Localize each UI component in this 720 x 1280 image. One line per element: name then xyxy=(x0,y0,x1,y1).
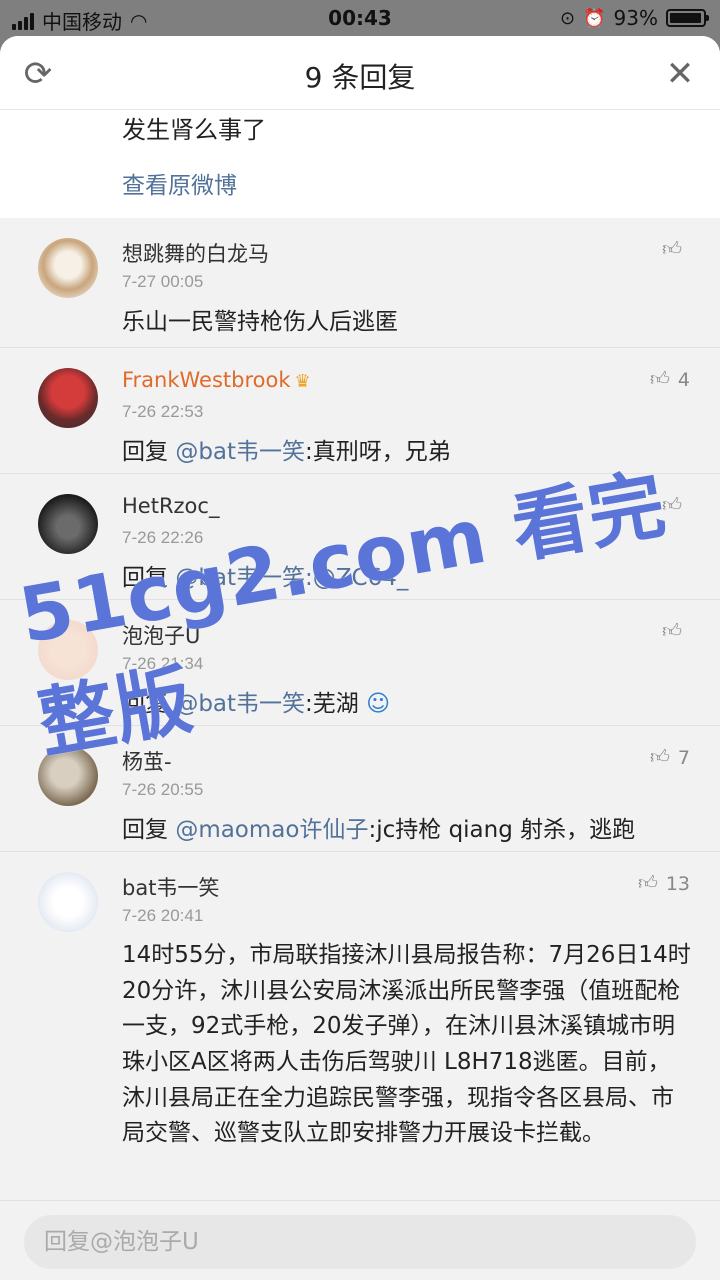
like-count: 4 xyxy=(677,368,690,391)
like-button[interactable]: 👍︎ 7 xyxy=(650,746,690,769)
reply-prefix: 回复 xyxy=(122,565,176,591)
close-icon[interactable]: ✕ xyxy=(660,54,700,94)
avatar[interactable] xyxy=(38,238,98,298)
mention-link[interactable]: @bat韦一笑 xyxy=(175,565,305,591)
like-button[interactable]: 👍︎ xyxy=(662,620,690,643)
avatar[interactable] xyxy=(38,746,98,806)
comment-time: 7-26 22:53 xyxy=(122,402,204,421)
vip-crown-icon: ♛ xyxy=(294,371,311,392)
username-text: FrankWestbrook xyxy=(122,368,291,392)
like-button[interactable]: 👍︎ 4 xyxy=(650,368,690,391)
comment-time: 7-26 20:41 xyxy=(122,906,204,925)
like-count: 13 xyxy=(665,872,690,895)
status-bar: 中国移动 ◠ 00:43 ⊙ ⏰ 93% xyxy=(0,0,720,36)
comment-text: 回复 @maomao许仙子:jc持枪 qiang 射杀，逃跑 xyxy=(122,812,692,849)
reply-input[interactable]: 回复@泡泡子U xyxy=(24,1215,696,1269)
status-right: ⊙ ⏰ 93% xyxy=(560,6,709,30)
reply-body: :芜湖 xyxy=(305,691,367,717)
reply-prefix: 回复 xyxy=(122,691,176,717)
comment-item: 想跳舞的白龙马 7-27 00:05 👍︎ 乐山一民警持枪伤人后逃匿 xyxy=(0,218,720,348)
comment-text: 回复 @bat韦一笑:芜湖 ☺ xyxy=(122,686,692,723)
comment-time: 7-26 21:34 xyxy=(122,654,204,673)
comment-text: 乐山一民警持枪伤人后逃匿 xyxy=(122,309,398,335)
thumbs-up-icon: 👍︎ xyxy=(637,872,658,894)
avatar[interactable] xyxy=(38,368,98,428)
comment-list: 想跳舞的白龙马 7-27 00:05 👍︎ 乐山一民警持枪伤人后逃匿 Frank… xyxy=(0,218,720,1192)
like-button[interactable]: 👍︎ xyxy=(662,494,690,517)
comment-item: bat韦一笑 7-26 20:41 👍︎ 13 14时55分，市局联指接沐川县局… xyxy=(0,852,720,1192)
sheet-title: 9 条回复 xyxy=(304,61,416,94)
thumbs-up-icon: 👍︎ xyxy=(662,620,682,642)
comment-username[interactable]: 杨茧- xyxy=(122,746,172,776)
like-button[interactable]: 👍︎ xyxy=(662,238,690,261)
original-post: 发生肾么事了 查看原微博 xyxy=(0,110,720,218)
comment-time: 7-26 20:55 xyxy=(122,780,204,799)
alarm-icon: ⏰ xyxy=(583,7,606,29)
original-post-text: 发生肾么事了 xyxy=(122,116,266,144)
reply-bar: 回复@泡泡子U xyxy=(0,1200,720,1280)
comment-username[interactable]: FrankWestbrook ♛ xyxy=(122,368,311,392)
thumbs-up-icon: 👍︎ xyxy=(650,746,670,768)
mention-link[interactable]: @bat韦一笑 xyxy=(175,439,305,465)
comment-item: FrankWestbrook ♛ 7-26 22:53 👍︎ 4 回复 @bat韦… xyxy=(0,348,720,474)
thumbs-up-icon: 👍︎ xyxy=(650,368,670,390)
comment-time: 7-27 00:05 xyxy=(122,272,204,291)
comment-item: HetRzoc_ 7-26 22:26 👍︎ 回复 @bat韦一笑:@ZC64_ xyxy=(0,474,720,600)
doraemon-emoji-icon: ☺ xyxy=(366,691,391,717)
mention-link[interactable]: @bat韦一笑 xyxy=(175,691,305,717)
battery-icon xyxy=(666,9,709,27)
sheet-header: ⟳ 9 条回复 ✕ xyxy=(0,36,720,110)
reply-body: :jc持枪 qiang 射杀，逃跑 xyxy=(368,817,636,843)
reply-body[interactable]: :@ZC64_ xyxy=(305,565,408,591)
comment-text: 回复 @bat韦一笑:真刑呀，兄弟 xyxy=(122,434,692,471)
reply-prefix: 回复 xyxy=(122,817,176,843)
like-count: 7 xyxy=(677,746,690,769)
comment-username[interactable]: HetRzoc_ xyxy=(122,494,219,518)
rotation-lock-icon: ⊙ xyxy=(560,7,576,29)
avatar[interactable] xyxy=(38,620,98,680)
replies-sheet: ⟳ 9 条回复 ✕ 发生肾么事了 查看原微博 想跳舞的白龙马 7-27 00:0… xyxy=(0,36,720,1280)
reply-prefix: 回复 xyxy=(122,439,176,465)
comment-text: 回复 @bat韦一笑:@ZC64_ xyxy=(122,560,692,597)
like-button[interactable]: 👍︎ 13 xyxy=(638,872,690,895)
reply-body: :真刑呀，兄弟 xyxy=(305,439,451,465)
view-original-link[interactable]: 查看原微博 xyxy=(122,166,237,200)
comment-username[interactable]: 想跳舞的白龙马 xyxy=(122,238,269,268)
thumbs-up-icon: 👍︎ xyxy=(662,238,682,260)
comment-time: 7-26 22:26 xyxy=(122,528,204,547)
mention-link[interactable]: @maomao许仙子 xyxy=(175,817,368,843)
comment-item: 泡泡子U 7-26 21:34 👍︎ 回复 @bat韦一笑:芜湖 ☺ xyxy=(0,600,720,726)
comment-text: 14时55分，市局联指接沐川县局报告称：7月26日14时20分许，沐川县公安局沐… xyxy=(122,942,691,1147)
thumbs-up-icon: 👍︎ xyxy=(662,494,682,516)
battery-percent: 93% xyxy=(613,6,658,30)
avatar[interactable] xyxy=(38,872,98,932)
comment-username[interactable]: 泡泡子U xyxy=(122,620,200,650)
comment-username[interactable]: bat韦一笑 xyxy=(122,872,219,902)
avatar[interactable] xyxy=(38,494,98,554)
comment-item: 杨茧- 7-26 20:55 👍︎ 7 回复 @maomao许仙子:jc持枪 q… xyxy=(0,726,720,852)
